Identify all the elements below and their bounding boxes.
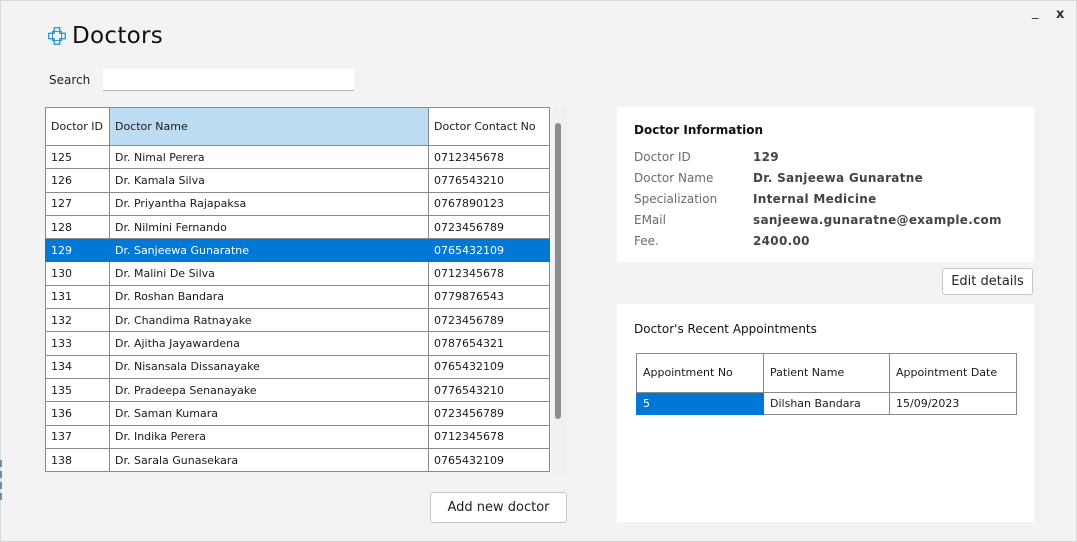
column-header-appointment-date[interactable]: Appointment Date <box>889 353 1017 393</box>
search-label: Search <box>49 73 91 87</box>
cell-doctor-name[interactable]: Dr. Nisansala Dissanayake <box>108 354 430 379</box>
column-header-doctor-id[interactable]: Doctor ID <box>45 107 110 146</box>
cell-doctor-name[interactable]: Dr. Saman Kumara <box>108 401 430 426</box>
table-row[interactable]: 137 Dr. Indika Perera 0712345678 <box>45 424 550 449</box>
cell-doctor-name[interactable]: Dr. Sanjeewa Gunaratne <box>108 238 430 263</box>
appointments-table: Appointment No Patient Name Appointment … <box>636 353 1017 415</box>
doctors-table-container: Doctor ID Doctor Name Doctor Contact No … <box>45 107 567 473</box>
cell-doctor-contact[interactable]: 0776543210 <box>428 168 550 193</box>
cell-doctor-contact[interactable]: 0712345678 <box>428 144 550 170</box>
cell-doctor-name[interactable]: Dr. Priyantha Rajapaksa <box>108 191 430 216</box>
cell-doctor-id[interactable]: 125 <box>45 144 110 170</box>
table-row[interactable]: 132 Dr. Chandima Ratnayake 0723456789 <box>45 308 550 333</box>
cell-doctor-name[interactable]: Dr. Malini De Silva <box>108 261 430 286</box>
table-row[interactable]: 138 Dr. Sarala Gunasekara 0765432109 <box>45 447 550 473</box>
cell-doctor-name[interactable]: Dr. Nilmini Fernando <box>108 214 430 240</box>
info-field-label: Doctor ID <box>634 150 691 164</box>
search-input[interactable] <box>103 69 354 91</box>
info-field-value: Internal Medicine <box>753 192 877 206</box>
cell-doctor-name[interactable]: Dr. Roshan Bandara <box>108 284 430 310</box>
app-window: _ x Doctors Search Doctor ID Doctor Name… <box>0 0 1077 542</box>
cell-doctor-id[interactable]: 134 <box>45 354 110 379</box>
cell-doctor-id[interactable]: 135 <box>45 377 110 403</box>
appointments-table-header-row: Appointment No Patient Name Appointment … <box>636 353 1017 393</box>
doctors-table-header-row: Doctor ID Doctor Name Doctor Contact No <box>45 107 550 146</box>
info-field-label: Specialization <box>634 192 718 206</box>
info-field-value: sanjeewa.gunaratne@example.com <box>753 213 1002 227</box>
cell-doctor-contact[interactable]: 0723456789 <box>428 308 550 333</box>
cell-doctor-name[interactable]: Dr. Ajitha Jayawardena <box>108 331 430 356</box>
cell-doctor-name[interactable]: Dr. Kamala Silva <box>108 168 430 193</box>
info-field-value: 129 <box>753 150 779 164</box>
minimize-button[interactable]: _ <box>1032 5 1039 20</box>
cell-patient-name[interactable]: Dilshan Bandara <box>763 392 890 415</box>
cell-doctor-id[interactable]: 137 <box>45 424 110 449</box>
table-row[interactable]: 133 Dr. Ajitha Jayawardena 0787654321 <box>45 331 550 356</box>
cell-doctor-contact[interactable]: 0712345678 <box>428 261 550 286</box>
page-title: Doctors <box>72 23 164 49</box>
table-row[interactable]: 136 Dr. Saman Kumara 0723456789 <box>45 401 550 426</box>
table-row[interactable]: 126 Dr. Kamala Silva 0776543210 <box>45 168 550 193</box>
medical-cross-icon <box>48 27 66 45</box>
cell-doctor-id[interactable]: 129 <box>45 238 110 263</box>
cell-doctor-contact[interactable]: 0765432109 <box>428 354 550 379</box>
cell-doctor-id[interactable]: 130 <box>45 261 110 286</box>
page-header: Doctors <box>46 23 163 49</box>
cell-doctor-contact[interactable]: 0765432109 <box>428 447 550 473</box>
doctor-information-heading: Doctor Information <box>634 123 764 137</box>
cell-doctor-contact[interactable]: 0767890123 <box>428 191 550 216</box>
cell-doctor-name[interactable]: Dr. Indika Perera <box>108 424 430 449</box>
table-row[interactable]: 127 Dr. Priyantha Rajapaksa 0767890123 <box>45 191 550 216</box>
table-row[interactable]: 130 Dr. Malini De Silva 0712345678 <box>45 261 550 286</box>
cell-doctor-contact[interactable]: 0723456789 <box>428 214 550 240</box>
recent-appointments-panel: Doctor's Recent Appointments Appointment… <box>617 304 1034 522</box>
cell-doctor-id[interactable]: 131 <box>45 284 110 310</box>
doctors-table: Doctor ID Doctor Name Doctor Contact No … <box>45 107 550 473</box>
table-row[interactable]: 131 Dr. Roshan Bandara 0779876543 <box>45 284 550 310</box>
column-header-doctor-name[interactable]: Doctor Name <box>108 107 430 146</box>
info-field-value: Dr. Sanjeewa Gunaratne <box>753 171 924 185</box>
column-header-doctor-contact[interactable]: Doctor Contact No <box>428 107 550 146</box>
edge-artifact <box>0 460 3 520</box>
cell-appointment-date[interactable]: 15/09/2023 <box>889 392 1017 415</box>
close-button[interactable]: x <box>1056 7 1064 22</box>
cell-doctor-name[interactable]: Dr. Sarala Gunasekara <box>108 447 430 473</box>
cell-doctor-contact[interactable]: 0779876543 <box>428 284 550 310</box>
cell-doctor-id[interactable]: 127 <box>45 191 110 216</box>
doctor-information-panel: Doctor Information Doctor ID 129 Doctor Na… <box>617 107 1034 262</box>
cell-doctor-name[interactable]: Dr. Nimal Perera <box>108 144 430 170</box>
recent-appointments-heading: Doctor's Recent Appointments <box>634 322 817 336</box>
cell-doctor-contact[interactable]: 0723456789 <box>428 401 550 426</box>
edit-details-button[interactable]: Edit details <box>942 268 1033 295</box>
table-row[interactable]: 5 Dilshan Bandara 15/09/2023 <box>636 392 1017 415</box>
info-field-value: 2400.00 <box>753 234 810 248</box>
table-row[interactable]: 135 Dr. Pradeepa Senanayake 0776543210 <box>45 377 550 403</box>
column-header-appointment-no[interactable]: Appointment No <box>636 353 764 393</box>
cell-doctor-id[interactable]: 132 <box>45 308 110 333</box>
table-row[interactable]: 134 Dr. Nisansala Dissanayake 0765432109 <box>45 354 550 379</box>
cell-doctor-id[interactable]: 133 <box>45 331 110 356</box>
cell-appointment-no[interactable]: 5 <box>636 392 764 415</box>
cell-doctor-id[interactable]: 128 <box>45 214 110 240</box>
table-row[interactable]: 125 Dr. Nimal Perera 0712345678 <box>45 144 550 170</box>
add-new-doctor-button[interactable]: Add new doctor <box>430 492 567 523</box>
cell-doctor-id[interactable]: 136 <box>45 401 110 426</box>
cell-doctor-contact[interactable]: 0787654321 <box>428 331 550 356</box>
table-scrollbar-thumb[interactable] <box>555 123 561 419</box>
table-row[interactable]: 128 Dr. Nilmini Fernando 0723456789 <box>45 214 550 240</box>
cell-doctor-name[interactable]: Dr. Pradeepa Senanayake <box>108 377 430 403</box>
info-field-label: EMail <box>634 213 666 227</box>
cell-doctor-name[interactable]: Dr. Chandima Ratnayake <box>108 308 430 333</box>
cell-doctor-contact[interactable]: 0776543210 <box>428 377 550 403</box>
info-field-label: Fee. <box>634 234 659 248</box>
cell-doctor-id[interactable]: 126 <box>45 168 110 193</box>
info-field-label: Doctor Name <box>634 171 714 185</box>
column-header-patient-name[interactable]: Patient Name <box>763 353 890 393</box>
table-row[interactable]: 129 Dr. Sanjeewa Gunaratne 0765432109 <box>45 238 550 263</box>
cell-doctor-contact[interactable]: 0712345678 <box>428 424 550 449</box>
cell-doctor-id[interactable]: 138 <box>45 447 110 473</box>
cell-doctor-contact[interactable]: 0765432109 <box>428 238 550 263</box>
